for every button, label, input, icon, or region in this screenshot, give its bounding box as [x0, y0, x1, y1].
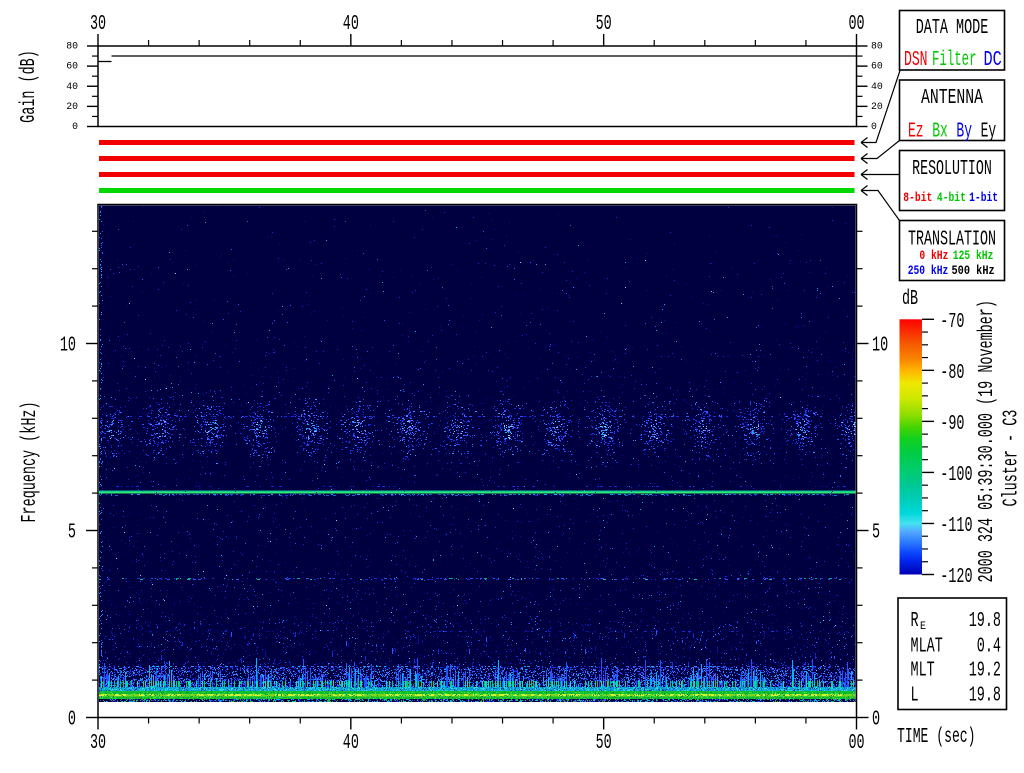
svg-text:Ey: Ey [981, 121, 997, 144]
svg-text:E: E [920, 621, 926, 633]
svg-text:Filter: Filter [932, 49, 977, 72]
svg-text:20: 20 [871, 102, 883, 113]
svg-text:30: 30 [90, 732, 106, 755]
svg-text:500 kHz: 500 kHz [952, 263, 995, 278]
svg-text:10: 10 [60, 335, 76, 358]
svg-text:0 kHz: 0 kHz [919, 248, 948, 263]
svg-text:Ez: Ez [908, 121, 924, 144]
svg-text:-90: -90 [940, 413, 964, 436]
svg-text:Frequency (kHz): Frequency (kHz) [19, 401, 42, 522]
svg-text:Gain (dB): Gain (dB) [18, 50, 41, 123]
svg-text:00: 00 [848, 13, 864, 36]
svg-text:2000 324 05:39:30.000 (19 Nove: 2000 324 05:39:30.000 (19 November) [976, 300, 999, 582]
svg-text:-100: -100 [940, 464, 972, 487]
svg-text:0: 0 [72, 122, 78, 133]
svg-text:0: 0 [872, 709, 880, 732]
svg-text:-70: -70 [940, 311, 964, 334]
svg-text:DC: DC [984, 49, 1002, 72]
svg-text:0: 0 [871, 122, 877, 133]
svg-text:MLT: MLT [911, 660, 935, 683]
svg-text:RESOLUTION: RESOLUTION [912, 158, 992, 181]
svg-text:19.8: 19.8 [969, 610, 1001, 633]
svg-text:80: 80 [871, 42, 883, 53]
svg-text:30: 30 [90, 13, 106, 36]
svg-text:TIME (sec): TIME (sec) [897, 726, 976, 749]
svg-text:0: 0 [68, 709, 76, 732]
svg-text:8-bit: 8-bit [903, 190, 932, 205]
svg-text:0.4: 0.4 [977, 636, 1001, 659]
svg-text:40: 40 [871, 82, 883, 93]
svg-text:MLAT: MLAT [911, 636, 943, 659]
svg-text:50: 50 [596, 13, 612, 36]
svg-text:125 kHz: 125 kHz [953, 248, 994, 263]
svg-text:Cluster - C3: Cluster - C3 [1001, 410, 1024, 507]
svg-text:250 kHz: 250 kHz [908, 263, 949, 278]
svg-text:-80: -80 [940, 362, 964, 385]
svg-text:80: 80 [66, 42, 78, 53]
svg-text:19.2: 19.2 [969, 660, 1001, 683]
svg-text:dB: dB [902, 288, 918, 311]
svg-text:50: 50 [596, 732, 612, 755]
svg-text:1-bit: 1-bit [969, 190, 998, 205]
svg-text:00: 00 [848, 732, 864, 755]
svg-text:5: 5 [68, 522, 76, 545]
svg-text:19.8: 19.8 [969, 685, 1001, 708]
svg-text:40: 40 [343, 13, 359, 36]
svg-text:ANTENNA: ANTENNA [921, 87, 983, 110]
svg-text:Bx: Bx [932, 121, 948, 144]
svg-text:5: 5 [872, 522, 880, 545]
svg-text:DATA MODE: DATA MODE [916, 17, 989, 40]
svg-text:60: 60 [66, 62, 78, 73]
svg-text:40: 40 [343, 732, 359, 755]
svg-text:By: By [956, 121, 972, 144]
svg-text:DSN: DSN [904, 49, 928, 72]
svg-text:20: 20 [66, 102, 78, 113]
svg-text:-110: -110 [940, 515, 972, 538]
svg-text:-120: -120 [940, 566, 972, 589]
svg-text:L: L [911, 685, 919, 708]
svg-text:40: 40 [66, 82, 78, 93]
svg-text:60: 60 [871, 62, 883, 73]
svg-text:R: R [911, 610, 919, 633]
svg-text:10: 10 [872, 335, 888, 358]
svg-text:4-bit: 4-bit [937, 190, 966, 205]
